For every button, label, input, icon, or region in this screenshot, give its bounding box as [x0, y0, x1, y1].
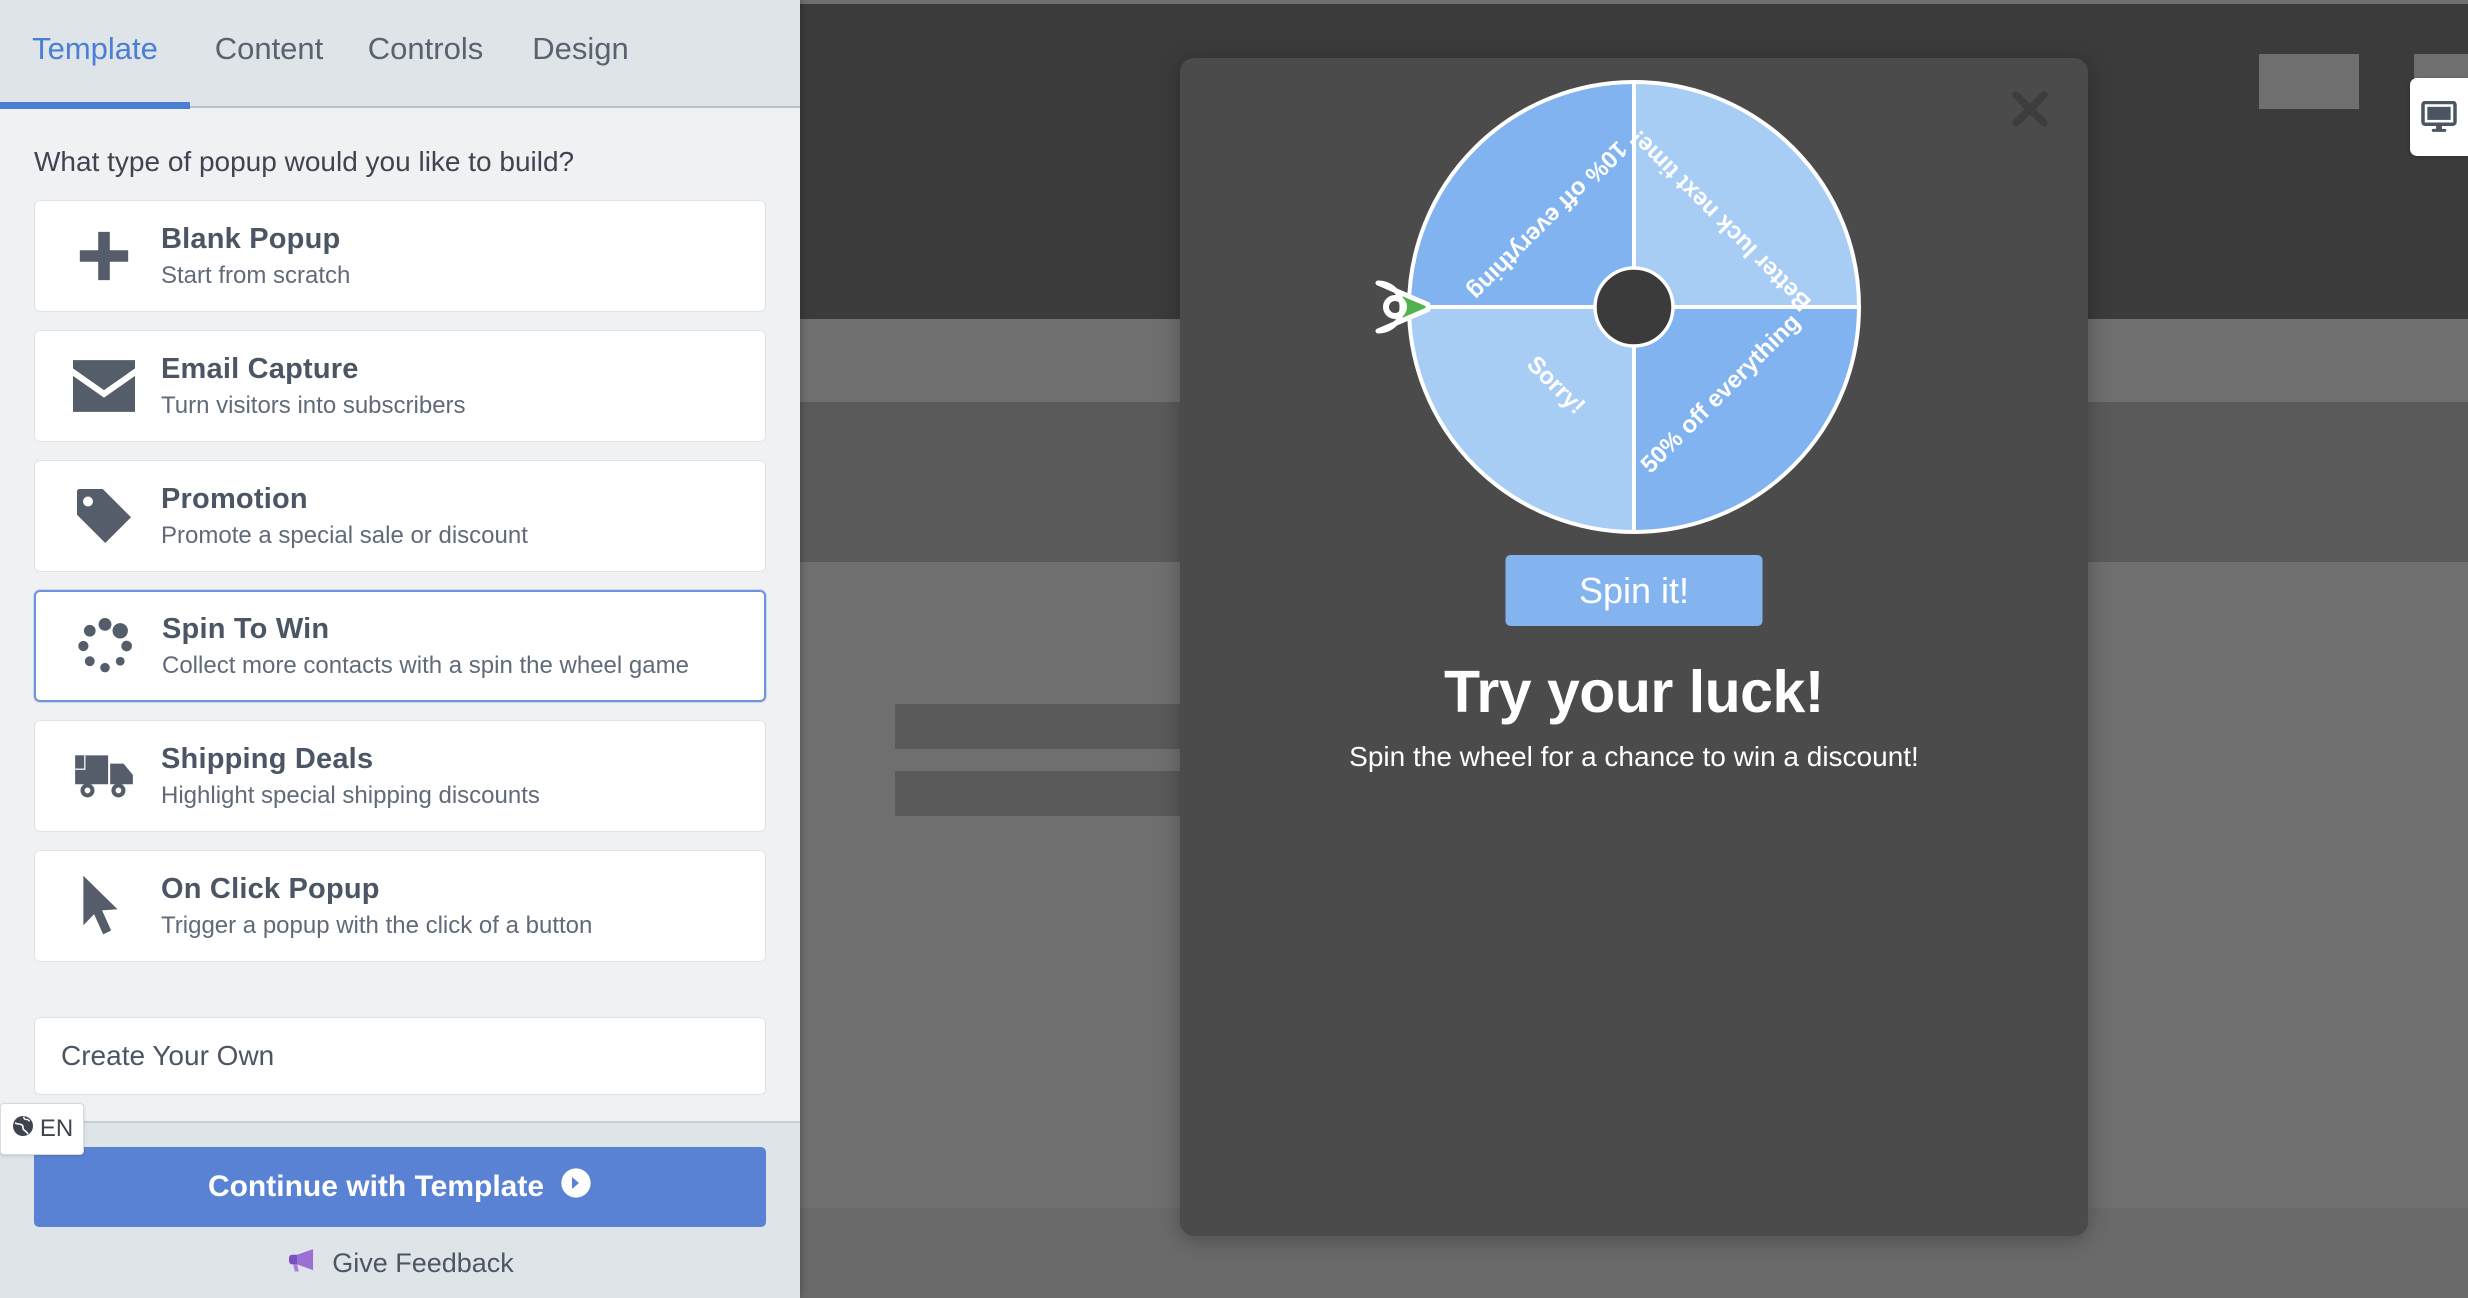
- give-feedback-label: Give Feedback: [332, 1248, 514, 1278]
- template-text: Spin To Win Collect more contacts with a…: [148, 612, 689, 679]
- cursor-icon: [61, 863, 147, 949]
- template-subtitle: Start from scratch: [161, 261, 351, 289]
- tab-design[interactable]: Design: [503, 0, 658, 107]
- tab-design-label: Design: [532, 31, 629, 66]
- plus-icon: [61, 213, 147, 299]
- template-title: Shipping Deals: [161, 743, 374, 776]
- template-text: Shipping Deals Highlight special shippin…: [147, 742, 540, 809]
- template-title: Spin To Win: [162, 613, 330, 646]
- template-title: Email Capture: [161, 353, 359, 386]
- tab-controls-label: Controls: [367, 31, 484, 66]
- template-subtitle: Highlight special shipping discounts: [161, 781, 540, 809]
- tab-content-label: Content: [214, 31, 324, 66]
- truck-icon: [61, 733, 147, 819]
- template-text: On Click Popup Trigger a popup with the …: [147, 872, 592, 939]
- template-card-spin-to-win[interactable]: Spin To Win Collect more contacts with a…: [34, 590, 766, 702]
- tab-template[interactable]: Template: [0, 0, 190, 109]
- tag-icon: [61, 473, 147, 559]
- template-title: Promotion: [161, 483, 308, 516]
- tab-controls[interactable]: Controls: [348, 0, 503, 107]
- panel-heading: What type of popup would you like to bui…: [34, 146, 575, 177]
- wheel-segment-better-luck: [1634, 307, 1859, 532]
- language-badge[interactable]: EN: [0, 1103, 84, 1155]
- arrow-circle-right-icon: [560, 1167, 592, 1207]
- language-code: EN: [39, 1115, 74, 1142]
- tab-template-label: Template: [32, 31, 158, 66]
- popup-preview-area: Sorry! 50% off everything Better luck ne…: [800, 0, 2468, 1298]
- popup-subtitle: Spin the wheel for a chance to win a dis…: [1349, 741, 1919, 772]
- template-card-shipping-deals[interactable]: Shipping Deals Highlight special shippin…: [34, 720, 766, 832]
- prize-wheel[interactable]: Sorry! 50% off everything Better luck ne…: [1284, 62, 1984, 562]
- desktop-monitor-icon[interactable]: [2410, 78, 2468, 156]
- template-card-on-click-popup[interactable]: On Click Popup Trigger a popup with the …: [34, 850, 766, 962]
- editor-footer: Continue with Template Give Feedback: [0, 1121, 800, 1298]
- close-x-icon[interactable]: [2004, 83, 2056, 135]
- editor-panel: Template Content Controls Design What ty…: [0, 0, 800, 1298]
- wheel-hub: [1593, 266, 1675, 348]
- wheel-segment-sorry: [1409, 82, 1634, 307]
- popup-title: Try your luck!: [1444, 659, 1824, 725]
- template-text: Blank Popup Start from scratch: [147, 222, 350, 289]
- continue-with-template-button[interactable]: Continue with Template: [34, 1147, 766, 1227]
- template-text: Email Capture Turn visitors into subscri…: [147, 352, 466, 419]
- template-subtitle: Promote a special sale or discount: [161, 521, 528, 549]
- editor-tabbar: Template Content Controls Design: [0, 0, 800, 109]
- create-your-own-placeholder: Create Your Own: [61, 1040, 275, 1071]
- template-title: Blank Popup: [161, 223, 341, 256]
- template-text: Promotion Promote a special sale or disc…: [147, 482, 528, 549]
- template-subtitle: Trigger a popup with the click of a butt…: [161, 911, 593, 939]
- site-skeleton-nav-block: [2259, 54, 2359, 109]
- envelope-icon: [61, 343, 147, 429]
- template-list: Blank Popup Start from scratch Email Cap…: [0, 200, 800, 1013]
- template-subtitle: Turn visitors into subscribers: [161, 391, 466, 419]
- template-title: On Click Popup: [161, 873, 380, 906]
- popup-builder-app: Template Content Controls Design What ty…: [0, 0, 2468, 1298]
- globe-icon: [11, 1114, 35, 1145]
- give-feedback-link[interactable]: Give Feedback: [34, 1247, 766, 1280]
- spinner-icon: [62, 603, 148, 689]
- wheel-segment-50-off: [1634, 82, 1859, 307]
- tab-content[interactable]: Content: [190, 0, 348, 107]
- create-your-own-input[interactable]: Create Your Own: [34, 1017, 766, 1095]
- spin-to-win-popup: Sorry! 50% off everything Better luck ne…: [1180, 58, 2088, 1236]
- spin-it-button[interactable]: Spin it!: [1505, 555, 1763, 626]
- continue-label: Continue with Template: [207, 1170, 545, 1203]
- megaphone-icon: [286, 1247, 318, 1280]
- wheel-segment-10-off: [1409, 307, 1634, 532]
- template-subtitle: Collect more contacts with a spin the wh…: [162, 651, 689, 679]
- template-card-promotion[interactable]: Promotion Promote a special sale or disc…: [34, 460, 766, 572]
- template-card-blank-popup[interactable]: Blank Popup Start from scratch: [34, 200, 766, 312]
- template-card-email-capture[interactable]: Email Capture Turn visitors into subscri…: [34, 330, 766, 442]
